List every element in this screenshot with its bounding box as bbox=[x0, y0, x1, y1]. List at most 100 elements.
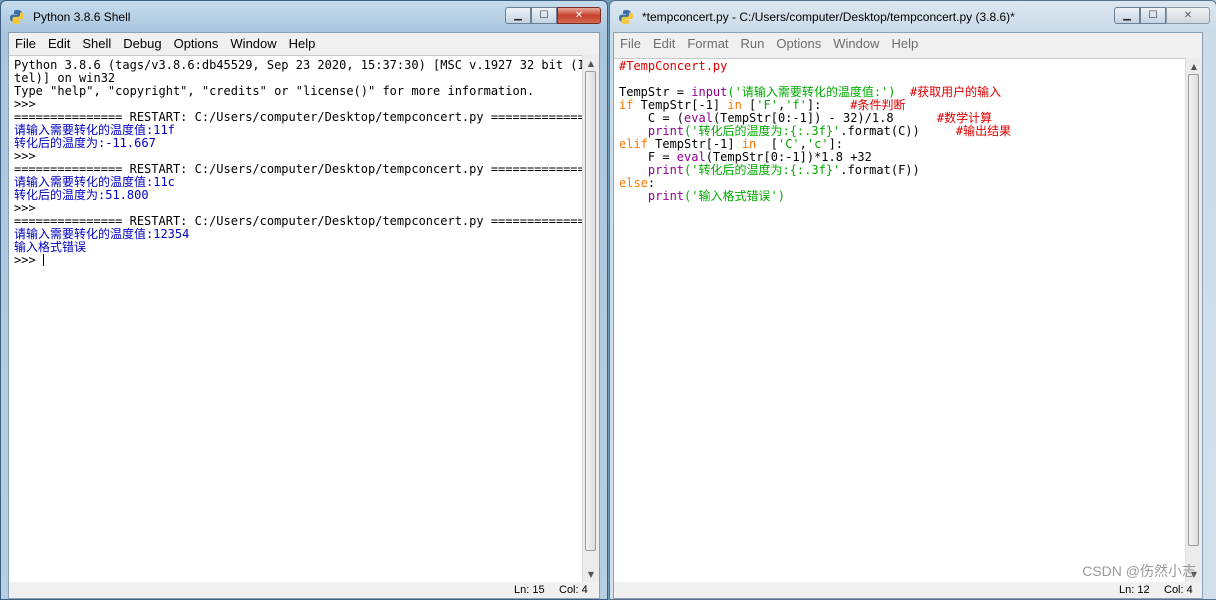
shell-line-text: =============== RESTART: C:/Users/comput… bbox=[14, 162, 582, 176]
code-token: [ bbox=[756, 137, 778, 151]
shell-maximize-button[interactable]: ☐ bbox=[531, 7, 557, 24]
shell-status-bar: Ln: 15 Col: 4 bbox=[9, 582, 599, 598]
shell-line-text: >>> bbox=[14, 201, 43, 215]
close-icon: ✕ bbox=[1183, 10, 1193, 21]
code-token: print bbox=[647, 124, 685, 138]
code-token: 'c' bbox=[806, 137, 829, 151]
shell-line-text: 输入格式错误 bbox=[14, 240, 87, 254]
shell-line-text: 转化后的温度为:51.800 bbox=[14, 188, 149, 202]
code-token: #条件判断 bbox=[850, 98, 906, 112]
scroll-down-arrow-icon[interactable]: ▼ bbox=[583, 566, 599, 582]
code-token: input bbox=[691, 85, 728, 99]
code-line: print('转化后的温度为:{:.3f}'.format(F)) bbox=[619, 164, 920, 177]
shell-line-text: 请输入需要转化的温度值:11f bbox=[14, 123, 175, 137]
code-token: ('输入格式错误') bbox=[684, 189, 785, 203]
code-token: #TempConcert.py bbox=[619, 59, 728, 73]
code-token: in bbox=[741, 137, 757, 151]
shell-window-title: Python 3.8.6 Shell bbox=[33, 10, 131, 24]
code-token: F = bbox=[619, 150, 677, 164]
python-shell-window: Python 3.8.6 Shell ▁ ☐ ✕ File Edit Shell De… bbox=[0, 0, 608, 600]
text-cursor bbox=[42, 254, 44, 266]
minimize-icon: ▁ bbox=[514, 10, 522, 21]
minimize-icon: ▁ bbox=[1123, 10, 1131, 21]
code-token: #输出结果 bbox=[955, 124, 1012, 138]
shell-close-button[interactable]: ✕ bbox=[557, 7, 601, 24]
code-token: in bbox=[727, 98, 742, 112]
shell-line-text: Type "help", "copyright", "credits" or "… bbox=[14, 84, 535, 98]
editor-status-bar: Ln: 12 Col: 4 bbox=[614, 582, 1202, 598]
editor-menu-window[interactable]: Window bbox=[827, 36, 885, 51]
scroll-up-arrow-icon[interactable]: ▲ bbox=[583, 55, 599, 71]
editor-window: *tempconcert.py - C:/Users/computer/Desk… bbox=[609, 0, 1216, 600]
shell-scroll-thumb[interactable] bbox=[585, 71, 596, 551]
shell-output-area[interactable]: Python 3.8.6 (tags/v3.8.6:db45529, Sep 2… bbox=[9, 55, 582, 582]
shell-menu-debug[interactable]: Debug bbox=[117, 36, 167, 51]
shell-minimize-button[interactable]: ▁ bbox=[505, 7, 531, 24]
editor-title-bar[interactable]: *tempconcert.py - C:/Users/computer/Desk… bbox=[610, 1, 1216, 31]
editor-menu-format[interactable]: Format bbox=[681, 36, 734, 51]
scroll-up-arrow-icon[interactable]: ▲ bbox=[1186, 58, 1202, 74]
shell-menu-options[interactable]: Options bbox=[168, 36, 225, 51]
code-token: ('请输入需要转化的温度值:') bbox=[727, 85, 896, 99]
shell-line-text: =============== RESTART: C:/Users/comput… bbox=[14, 214, 582, 228]
code-token: print bbox=[647, 189, 685, 203]
code-token: 'F' bbox=[756, 98, 778, 112]
code-token: TempStr = bbox=[619, 85, 692, 99]
editor-vertical-scrollbar[interactable]: ▲ ▼ bbox=[1185, 58, 1202, 582]
code-token: TempStr[-1] bbox=[647, 137, 742, 151]
code-token: .format(C)) bbox=[840, 124, 956, 138]
maximize-icon: ☐ bbox=[1148, 10, 1158, 21]
shell-menu-bar: File Edit Shell Debug Options Window Help bbox=[9, 33, 599, 54]
code-token: : bbox=[647, 176, 656, 190]
editor-scroll-thumb[interactable] bbox=[1188, 74, 1199, 546]
code-token: TempStr[-1] bbox=[633, 98, 728, 112]
code-line: print('输入格式错误') bbox=[619, 190, 785, 203]
code-line: #TempConcert.py bbox=[619, 60, 727, 73]
shell-line-text: Python 3.8.6 (tags/v3.8.6:db45529, Sep 2… bbox=[14, 58, 582, 72]
editor-menu-file[interactable]: File bbox=[614, 36, 647, 51]
shell-title-bar[interactable]: Python 3.8.6 Shell ▁ ☐ ✕ bbox=[1, 1, 607, 31]
code-token: else bbox=[619, 176, 648, 190]
editor-maximize-button[interactable]: ☐ bbox=[1140, 7, 1166, 24]
code-token: 'C' bbox=[777, 137, 800, 151]
editor-menu-edit[interactable]: Edit bbox=[647, 36, 681, 51]
code-token: ('转化后的温度为:{:.3f}' bbox=[684, 163, 841, 177]
shell-output-line: Type "help", "copyright", "credits" or "… bbox=[14, 85, 534, 98]
shell-client-area: File Edit Shell Debug Options Window Help Pyth… bbox=[8, 32, 600, 599]
maximize-icon: ☐ bbox=[539, 10, 549, 21]
shell-status-line: Ln: 15 bbox=[514, 584, 545, 596]
shell-status-col: Col: 4 bbox=[559, 584, 588, 596]
editor-menu-help[interactable]: Help bbox=[885, 36, 924, 51]
shell-menu-file[interactable]: File bbox=[9, 36, 42, 51]
editor-minimize-button[interactable]: ▁ bbox=[1114, 7, 1140, 24]
editor-code-area[interactable]: #TempConcert.py TempStr = input('请输入需要转化的… bbox=[614, 58, 1185, 582]
shell-vertical-scrollbar[interactable]: ▲ ▼ bbox=[582, 55, 599, 582]
shell-line-text: 请输入需要转化的温度值:11c bbox=[14, 175, 175, 189]
close-icon: ✕ bbox=[574, 10, 584, 21]
editor-close-button[interactable]: ✕ bbox=[1166, 7, 1210, 24]
code-token: (TempStr[0:-1]) - 32)/1.8 bbox=[712, 111, 937, 125]
code-token: elif bbox=[619, 137, 648, 151]
shell-prompt: >>> bbox=[14, 254, 44, 267]
editor-client-area: File Edit Format Run Options Window Help #Temp… bbox=[613, 32, 1203, 599]
csdn-watermark: CSDN @伤然小志 bbox=[1082, 563, 1196, 579]
code-token: ]: bbox=[828, 137, 844, 151]
shell-menu-shell[interactable]: Shell bbox=[76, 36, 117, 51]
shell-menu-window[interactable]: Window bbox=[224, 36, 282, 51]
code-token: [ bbox=[741, 98, 757, 112]
shell-line-text: 转化后的温度为:-11.667 bbox=[14, 136, 156, 150]
editor-menu-bar: File Edit Format Run Options Window Help bbox=[614, 33, 1202, 54]
shell-menu-help[interactable]: Help bbox=[283, 36, 322, 51]
code-token: , bbox=[799, 137, 807, 151]
shell-line-text: tel)] on win32 bbox=[14, 71, 116, 85]
shell-menu-edit[interactable]: Edit bbox=[42, 36, 76, 51]
editor-window-title: *tempconcert.py - C:/Users/computer/Desk… bbox=[642, 10, 1015, 24]
code-token: #获取用户的输入 bbox=[909, 85, 1002, 99]
editor-menu-run[interactable]: Run bbox=[735, 36, 771, 51]
shell-line-text: >>> bbox=[14, 97, 43, 111]
editor-status-line: Ln: 12 bbox=[1119, 584, 1150, 596]
editor-menu-options[interactable]: Options bbox=[770, 36, 827, 51]
